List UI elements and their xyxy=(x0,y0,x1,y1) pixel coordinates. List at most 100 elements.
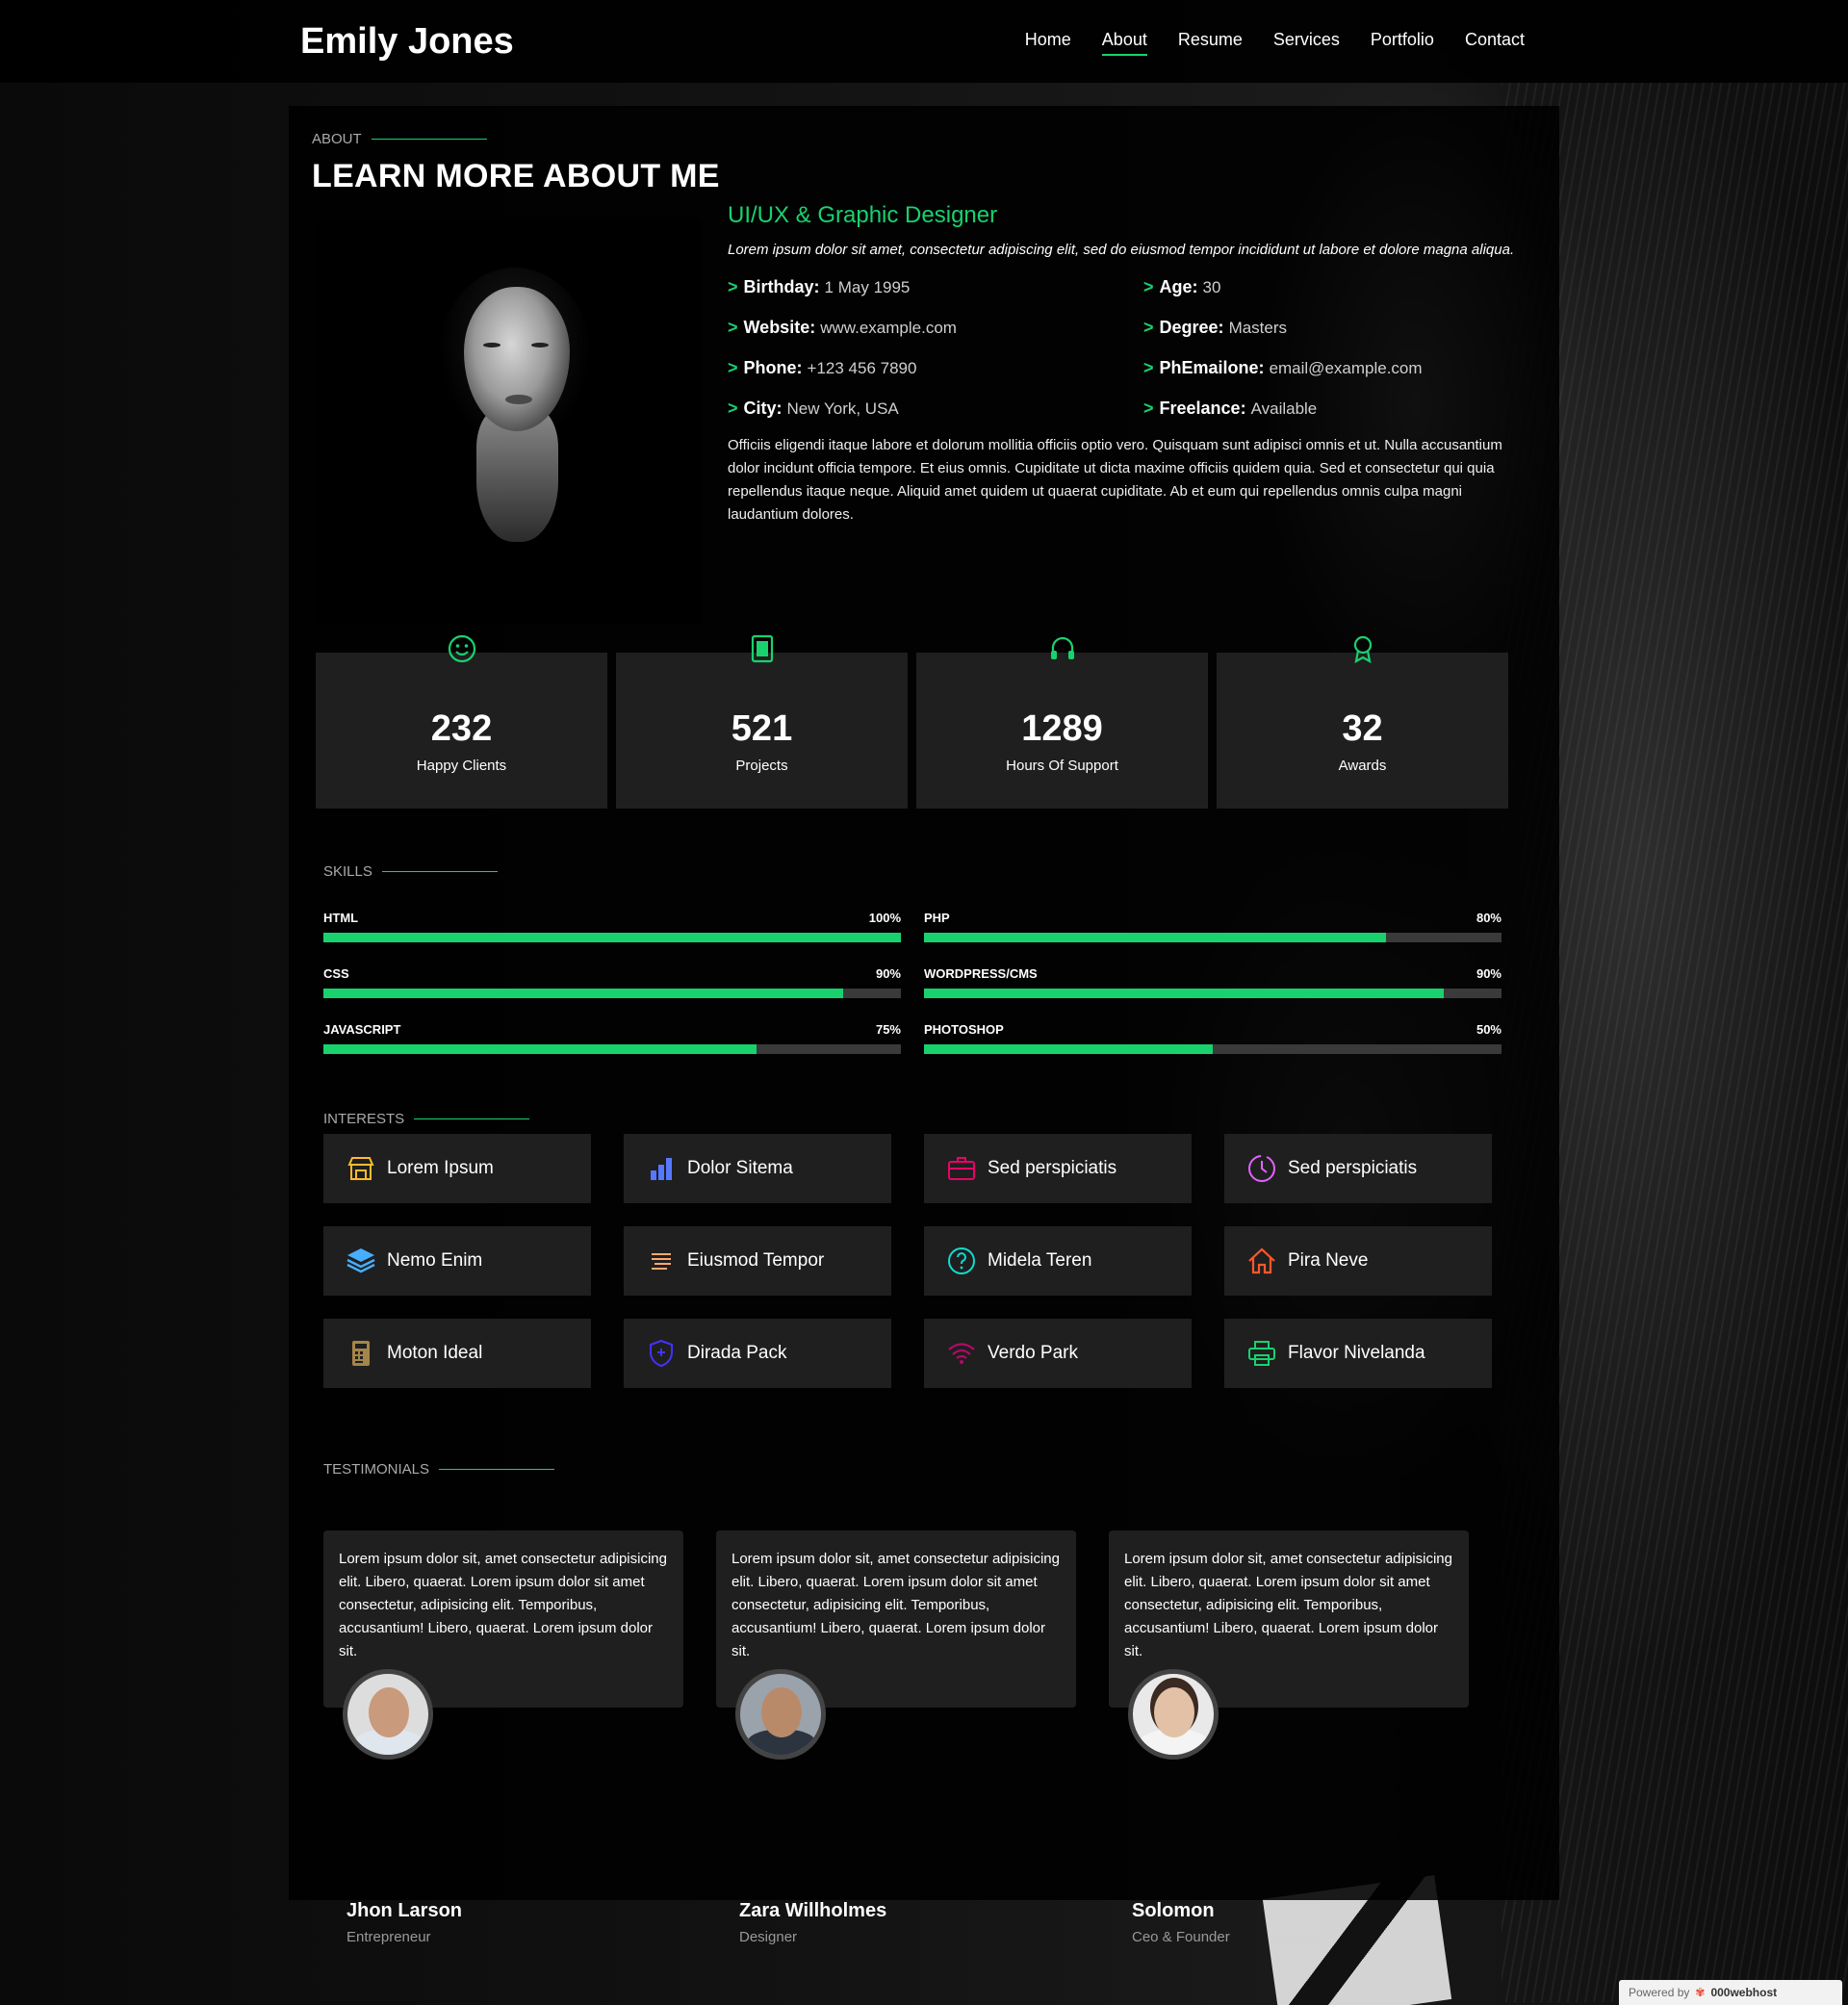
interest-item[interactable]: Lorem Ipsum xyxy=(323,1134,591,1203)
award-icon xyxy=(1346,631,1380,666)
fact-city: > City: New York, USA xyxy=(728,398,899,418)
list-icon xyxy=(645,1245,678,1277)
interest-label: Verdo Park xyxy=(988,1343,1078,1363)
wifi-icon xyxy=(945,1337,978,1370)
main-nav: Home About Resume Services Portfolio Con… xyxy=(1025,30,1525,56)
testimonial-role: Ceo & Founder xyxy=(1132,1929,1230,1945)
layers-icon xyxy=(345,1245,377,1277)
interest-item[interactable]: Verdo Park xyxy=(924,1319,1192,1388)
about-label-text: About xyxy=(312,131,362,147)
fact-email: > PhEmailone: email@example.com xyxy=(1143,358,1423,377)
badge-logo-icon: ✾ xyxy=(1695,1986,1706,1999)
interest-label: Pira Neve xyxy=(1288,1250,1369,1271)
counter-value: 232 xyxy=(430,708,493,749)
interest-label: Dolor Sitema xyxy=(687,1158,793,1178)
skills-section-label: Skills xyxy=(323,863,498,880)
counter-label: Awards xyxy=(1338,758,1387,774)
interest-item[interactable]: Dolor Sitema xyxy=(624,1134,891,1203)
skills-list: HTML 100% PHP 80% CSS 90% WORDPRESS/CMS 90% … xyxy=(323,911,1503,1054)
testimonial-card: Lorem ipsum dolor sit, amet consectetur … xyxy=(1109,1530,1469,1945)
interest-label: Eiusmod Tempor xyxy=(687,1250,825,1271)
stats-counters: 232 Happy Clients 521 Projects 1289 Hour… xyxy=(316,634,1508,809)
interests-grid: Lorem Ipsum Dolor Sitema Sed perspiciati… xyxy=(323,1134,1492,1388)
question-icon xyxy=(945,1245,978,1277)
calculator-icon xyxy=(345,1337,377,1370)
skill-css: CSS 90% xyxy=(323,966,901,998)
interest-item[interactable]: Midela Teren xyxy=(924,1226,1192,1296)
about-panel: About LEARN MORE ABOUT ME UI/UX & Graphi… xyxy=(289,106,1559,1945)
testimonial-card: Lorem ipsum dolor sit, amet consectetur … xyxy=(716,1530,1076,1945)
profile-lead: Lorem ipsum dolor sit amet, consectetur … xyxy=(728,242,1515,258)
fact-degree: > Degree: Masters xyxy=(1143,318,1288,337)
counter-projects: 521 Projects xyxy=(616,634,908,809)
progress-bar xyxy=(924,933,1502,942)
site-header: Emily Jones Home About Resume Services P… xyxy=(0,0,1848,83)
hosting-badge[interactable]: Powered by ✾ 000webhost xyxy=(1619,1980,1842,2005)
home-icon xyxy=(1245,1245,1278,1277)
progress-bar xyxy=(323,933,901,942)
testimonial-card: Lorem ipsum dolor sit, amet consectetur … xyxy=(323,1530,683,1945)
page-title: LEARN MORE ABOUT ME xyxy=(312,158,720,194)
progress-bar xyxy=(323,1044,901,1054)
nav-services[interactable]: Services xyxy=(1273,30,1340,56)
badge-prefix: Powered by xyxy=(1629,1986,1690,1999)
fact-age: > Age: 30 xyxy=(1143,277,1221,296)
counter-label: Projects xyxy=(735,758,788,774)
testimonial-role: Designer xyxy=(739,1929,798,1945)
interest-item[interactable]: Dirada Pack xyxy=(624,1319,891,1388)
profile-photo xyxy=(318,219,703,624)
counter-value: 32 xyxy=(1342,708,1383,749)
site-logo[interactable]: Emily Jones xyxy=(300,21,514,63)
avatar xyxy=(735,1669,826,1760)
nav-about[interactable]: About xyxy=(1101,30,1147,56)
headset-icon xyxy=(1045,631,1080,666)
progress-bar xyxy=(924,989,1502,998)
store-icon xyxy=(345,1152,377,1185)
counter-hours-support: 1289 Hours Of Support xyxy=(916,636,1208,809)
interest-item[interactable]: Nemo Enim xyxy=(323,1226,591,1296)
portrait-lips xyxy=(505,395,532,404)
avatar xyxy=(343,1669,433,1760)
interest-item[interactable]: Eiusmod Tempor xyxy=(624,1226,891,1296)
skills-label-text: Skills xyxy=(323,863,372,880)
fact-website: > Website: www.example.com xyxy=(728,318,957,337)
label-divider xyxy=(439,1469,555,1470)
nav-contact[interactable]: Contact xyxy=(1465,30,1525,56)
nav-home[interactable]: Home xyxy=(1025,30,1071,56)
counter-label: Happy Clients xyxy=(416,758,507,774)
skill-php: PHP 80% xyxy=(924,911,1502,942)
profile-facts: > Birthday: 1 May 1995 > Age: 30 > Website:… xyxy=(728,275,1536,421)
smiley-icon xyxy=(445,631,479,666)
testimonials-section-label: Testimonials xyxy=(323,1461,555,1478)
progress-bar xyxy=(323,989,901,998)
interests-label-text: Interests xyxy=(323,1111,405,1127)
nav-portfolio[interactable]: Portfolio xyxy=(1371,30,1434,56)
skill-javascript: JAVASCRIPT 75% xyxy=(323,1022,901,1054)
testimonials-label-text: Testimonials xyxy=(323,1461,430,1478)
counter-label: Hours Of Support xyxy=(1006,758,1118,774)
label-divider xyxy=(414,1118,530,1119)
interest-item[interactable]: Flavor Nivelanda xyxy=(1224,1319,1492,1388)
skill-html: HTML 100% xyxy=(323,911,901,942)
fact-phone: > Phone: +123 456 7890 xyxy=(728,358,917,377)
fact-birthday: > Birthday: 1 May 1995 xyxy=(728,277,911,296)
interest-item[interactable]: Moton Ideal xyxy=(323,1319,591,1388)
counter-value: 1289 xyxy=(1021,708,1103,749)
interest-item[interactable]: Pira Neve xyxy=(1224,1226,1492,1296)
testimonial-name: Solomon xyxy=(1132,1900,1215,1921)
interest-label: Sed perspiciatis xyxy=(1288,1158,1418,1178)
avatar xyxy=(1128,1669,1219,1760)
clock-icon xyxy=(1245,1152,1278,1185)
nav-resume[interactable]: Resume xyxy=(1178,30,1243,56)
counter-happy-clients: 232 Happy Clients xyxy=(316,634,607,809)
about-section-label: About xyxy=(312,131,487,147)
skill-wordpress: WORDPRESS/CMS 90% xyxy=(924,966,1502,998)
interest-item[interactable]: Sed perspiciatis xyxy=(1224,1134,1492,1203)
progress-bar xyxy=(924,1044,1502,1054)
interest-item[interactable]: Sed perspiciatis xyxy=(924,1134,1192,1203)
counter-value: 521 xyxy=(731,708,793,749)
interest-label: Dirada Pack xyxy=(687,1343,787,1363)
badge-brand: 000webhost xyxy=(1710,1986,1778,1999)
counter-awards: 32 Awards xyxy=(1217,635,1508,809)
label-divider xyxy=(381,871,498,872)
